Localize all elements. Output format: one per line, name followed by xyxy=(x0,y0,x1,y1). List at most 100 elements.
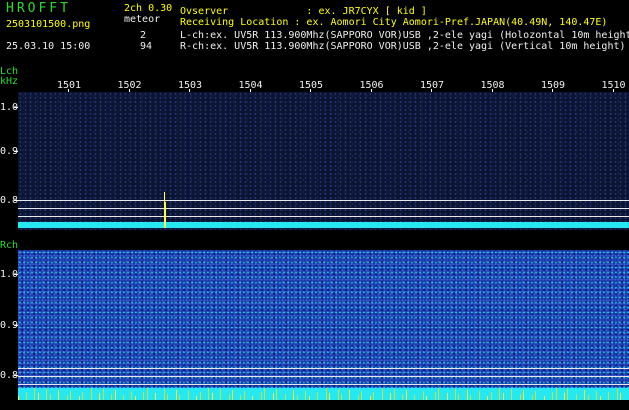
rch-echo-spike xyxy=(326,388,327,400)
rch-echo-spike xyxy=(103,389,104,400)
rch-echo-spike xyxy=(70,391,71,400)
filename-label: 2503101500.png xyxy=(6,19,91,30)
rch-echo-spike xyxy=(297,395,298,400)
rch-echo-spike xyxy=(535,391,536,400)
rch-echo-spike xyxy=(620,393,621,400)
rch-echo-spike xyxy=(467,390,468,400)
rch-echo-spike xyxy=(188,391,189,400)
rch-echo-spike xyxy=(438,388,439,400)
y-tick xyxy=(14,151,18,152)
rch-echo-spike xyxy=(329,393,330,400)
rch-echo-spike xyxy=(273,393,274,400)
rch-echo-spike xyxy=(511,389,512,400)
rch-echo-spike xyxy=(423,391,424,400)
time-tick-label: 1506 xyxy=(359,80,384,91)
rch-echo-spike xyxy=(79,396,80,400)
meteor-echo xyxy=(165,202,166,228)
rch-echo-spike xyxy=(305,391,306,400)
rch-echo-spike xyxy=(520,394,521,400)
time-tick-label: 1504 xyxy=(238,80,263,91)
rch-echo-spike xyxy=(164,389,165,400)
rch-echo-spike xyxy=(179,395,180,400)
rch-echo-spike xyxy=(285,394,286,400)
rch-echo-spike xyxy=(426,396,427,400)
rch-echo-spike xyxy=(131,391,132,400)
rch-echo-spike xyxy=(240,395,241,400)
rch-echo-spike xyxy=(373,392,374,400)
rch-echo-spike xyxy=(91,388,92,400)
rch-echo-spike xyxy=(523,390,524,400)
rch-echo-spike xyxy=(143,392,144,400)
rch-gridline xyxy=(18,384,629,385)
rch-echo-spike xyxy=(394,389,395,400)
rch-echo-spike xyxy=(544,396,545,400)
time-tick-label: 1509 xyxy=(541,80,566,91)
rch-echo-spike xyxy=(252,396,253,400)
rch-echo-spike xyxy=(196,396,197,400)
rch-echo-spike xyxy=(338,389,339,400)
lch-gridline xyxy=(18,200,629,201)
rch-echo-spike xyxy=(349,390,350,400)
rch-echo-spike xyxy=(584,390,585,400)
time-tick-label: 1510 xyxy=(601,80,626,91)
rch-echo-spike xyxy=(458,394,459,400)
rch-echo-spike xyxy=(176,390,177,400)
rch-echo-spike xyxy=(576,394,577,400)
version-label: 2ch 0.30 xyxy=(124,3,173,14)
time-tick-label: 1501 xyxy=(57,80,82,91)
rch-echo-spike xyxy=(244,391,245,400)
rch-echo-spike xyxy=(370,396,371,400)
lch-gridline xyxy=(18,208,629,209)
rch-echo-spike xyxy=(608,392,609,400)
lch-waterfall xyxy=(18,92,629,230)
unit-label: kHz xyxy=(0,76,19,87)
rch-echo-spike xyxy=(447,393,448,400)
app-logo: HROFFT xyxy=(6,1,71,16)
rch-echo-spike xyxy=(34,388,35,400)
time-tick-label: 1503 xyxy=(178,80,203,91)
location-info: Receiving Location : ex. Aomori City Aom… xyxy=(180,17,608,28)
rch-echo-spike xyxy=(208,388,209,400)
rch-echo-spike xyxy=(200,392,201,400)
lch-count: 2 xyxy=(140,30,147,41)
time-tick-label: 1502 xyxy=(117,80,142,91)
y-tick xyxy=(14,325,18,326)
rch-echo-spike xyxy=(115,390,116,400)
rch-echo-spike xyxy=(123,395,124,400)
rch-gridline xyxy=(18,376,629,377)
rch-echo-spike xyxy=(402,394,403,400)
rch-echo-spike xyxy=(18,396,19,400)
rch-echo-spike xyxy=(167,394,168,400)
rch-echo-spike xyxy=(414,395,415,400)
rch-echo-spike xyxy=(229,394,230,400)
rch-echo-spike xyxy=(600,396,601,400)
rch-echo-spike xyxy=(46,389,47,400)
y-tick xyxy=(14,274,18,275)
y-tick xyxy=(14,375,18,376)
rch-echo-spike xyxy=(220,389,221,400)
rch-echo-spike xyxy=(487,396,488,400)
rch-echo-spike xyxy=(532,395,533,400)
rch-echo-spike xyxy=(479,391,480,400)
rch-echo-spike xyxy=(58,390,59,400)
rch-echo-spike xyxy=(491,392,492,400)
rch-echo-spike xyxy=(50,394,51,400)
rch-echo-spike xyxy=(67,395,68,400)
rch-echo-spike xyxy=(147,388,148,400)
rch-echo-spike xyxy=(499,388,500,400)
rch-info: R-ch:ex. UV5R 113.900Mhz(SAPPORO VOR)USB… xyxy=(180,41,626,52)
rch-gridline xyxy=(18,368,629,369)
rch-echo-spike xyxy=(317,392,318,400)
rch-echo-spike xyxy=(564,393,565,400)
rch-echo-spike xyxy=(503,393,504,400)
y-tick xyxy=(14,200,18,201)
rch-echo-spike xyxy=(111,394,112,400)
time-tick-label: 1507 xyxy=(420,80,445,91)
time-tick-label: 1508 xyxy=(480,80,505,91)
rch-echo-spike xyxy=(309,396,310,400)
rch-echo-spike xyxy=(470,395,471,400)
y-tick xyxy=(14,107,18,108)
rch-echo-spike xyxy=(99,393,100,400)
rch-echo-spike xyxy=(135,396,136,400)
rch-echo-spike xyxy=(232,390,233,400)
